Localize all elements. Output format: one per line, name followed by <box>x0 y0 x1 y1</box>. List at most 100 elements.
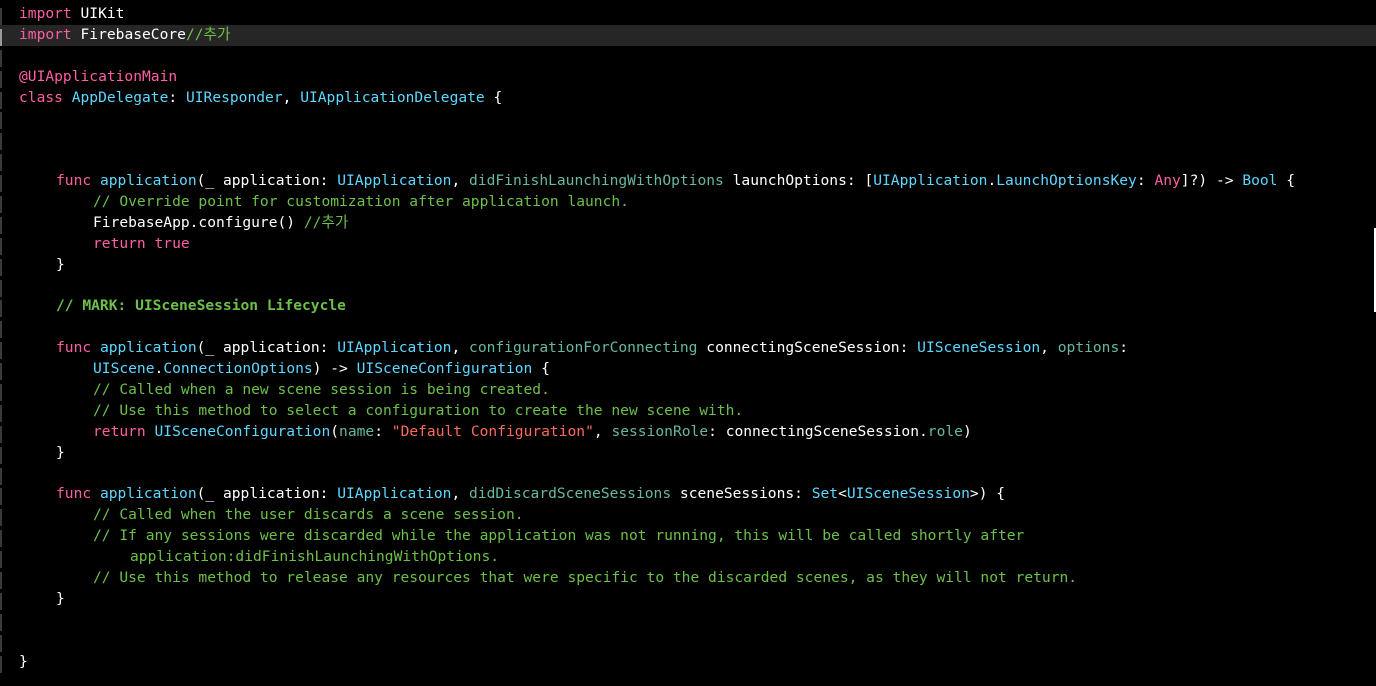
punctuation-token <box>72 26 81 43</box>
code-line[interactable]: FirebaseApp.configure() //추가 <box>0 213 1376 234</box>
gutter-marker[interactable] <box>0 28 2 46</box>
punctuation-token: : <box>319 339 338 357</box>
punctuation-token: : <box>1136 172 1155 190</box>
gutter-marker[interactable] <box>0 467 2 485</box>
punctuation-token: { <box>1277 172 1296 190</box>
gutter-marker[interactable] <box>0 572 2 590</box>
gutter-marker[interactable] <box>0 655 2 673</box>
gutter-marker[interactable] <box>0 592 2 610</box>
code-line[interactable] <box>0 464 1376 485</box>
gutter-marker[interactable] <box>0 237 2 255</box>
punctuation-token: } <box>56 443 65 461</box>
gutter-marker[interactable] <box>0 425 2 443</box>
mark-comment-token: // MARK: UISceneSession Lifecycle <box>56 297 346 315</box>
punctuation-token <box>146 423 155 440</box>
code-line[interactable]: // Override point for customization afte… <box>0 192 1376 214</box>
comment-token: // Use this method to release any resour… <box>93 569 1078 587</box>
punctuation-token <box>146 235 155 252</box>
punctuation-token <box>72 5 81 22</box>
gutter-marker[interactable] <box>0 70 2 88</box>
identifier-token: didFinishLaunchingWithOptions <box>469 172 724 190</box>
plain-token: _ application <box>205 172 320 190</box>
identifier-token: configurationForConnecting <box>469 339 698 357</box>
code-line[interactable] <box>0 610 1376 631</box>
code-line[interactable] <box>0 46 1376 67</box>
code-line[interactable] <box>0 276 1376 297</box>
gutter-marker[interactable] <box>0 551 2 569</box>
gutter-marker[interactable] <box>0 446 2 464</box>
code-line[interactable] <box>0 108 1376 130</box>
gutter-marker[interactable] <box>0 634 2 652</box>
code-line[interactable]: func application(_ application: UIApplic… <box>0 171 1376 193</box>
code-line[interactable]: } <box>0 589 1376 610</box>
punctuation-token <box>724 172 733 189</box>
code-line[interactable]: } <box>0 255 1376 276</box>
code-line[interactable]: } <box>0 652 1376 673</box>
gutter-marker[interactable] <box>0 321 2 339</box>
type-token: Bool <box>1242 172 1278 190</box>
gutter-marker[interactable] <box>0 49 2 67</box>
punctuation-token: . <box>987 172 997 190</box>
gutter-marker[interactable] <box>0 112 2 130</box>
code-line[interactable]: // Use this method to select a configura… <box>0 401 1376 422</box>
punctuation-token: >) { <box>969 485 1006 503</box>
punctuation-token: { <box>484 88 503 106</box>
code-line[interactable] <box>0 150 1376 172</box>
comment-token: // Called when the user discards a scene… <box>93 506 524 524</box>
code-line[interactable]: return true <box>0 234 1376 255</box>
gutter-marker[interactable] <box>0 488 2 506</box>
gutter-marker[interactable] <box>0 133 2 151</box>
code-line[interactable]: UIScene.ConnectionOptions) -> UISceneCon… <box>0 359 1376 381</box>
gutter-marker[interactable] <box>0 196 2 214</box>
code-line[interactable]: import UIKit <box>0 4 1376 25</box>
code-line[interactable]: func application(_ application: UIApplic… <box>0 338 1376 360</box>
gutter-marker[interactable] <box>0 530 2 548</box>
keyword-token: Any <box>1154 172 1181 190</box>
code-line[interactable] <box>0 129 1376 151</box>
plain-token: FirebaseApp.configure() <box>93 213 304 231</box>
gutter-marker[interactable] <box>0 216 2 234</box>
type-token: ConnectionOptions <box>163 360 313 378</box>
gutter-marker[interactable] <box>0 342 2 360</box>
code-line[interactable]: application:didFinishLaunchingWithOption… <box>0 547 1376 569</box>
gutter-marker[interactable] <box>0 384 2 402</box>
code-line[interactable]: // Use this method to release any resour… <box>0 568 1376 590</box>
punctuation-token: , <box>1040 339 1058 357</box>
type-token: UISceneSession <box>846 485 970 503</box>
gutter-marker[interactable] <box>0 258 2 276</box>
punctuation-token: , <box>282 88 301 106</box>
plain-token: _ application <box>205 339 320 357</box>
code-line[interactable]: return UISceneConfiguration(name: "Defau… <box>0 422 1376 443</box>
declaration-token: application <box>99 339 197 357</box>
gutter-marker[interactable] <box>0 175 2 193</box>
code-line[interactable] <box>0 317 1376 339</box>
keyword-token: return <box>93 422 146 440</box>
code-line[interactable]: // Called when the user discards a scene… <box>0 505 1376 527</box>
code-line[interactable]: // If any sessions were discarded while … <box>0 526 1376 548</box>
punctuation-token: . <box>154 360 164 378</box>
plain-token: connectingSceneSession <box>706 339 900 357</box>
gutter-marker[interactable] <box>0 613 2 631</box>
gutter-marker[interactable] <box>0 300 2 318</box>
gutter-marker[interactable] <box>0 509 2 527</box>
gutter-marker[interactable] <box>0 91 2 109</box>
code-line[interactable]: // Called when a new scene session is be… <box>0 380 1376 402</box>
code-editor[interactable]: import UIKit import FirebaseCore//추가 @UIAp… <box>0 4 1376 673</box>
gutter-marker[interactable] <box>0 154 2 172</box>
code-line-current[interactable]: import FirebaseCore//추가 <box>0 24 1376 46</box>
gutter-marker[interactable] <box>0 8 2 25</box>
gutter-marker[interactable] <box>0 363 2 381</box>
code-line[interactable]: } <box>0 443 1376 464</box>
punctuation-token: , <box>451 485 470 503</box>
gutter-marker[interactable] <box>0 279 2 297</box>
punctuation-token: : <box>899 339 918 357</box>
punctuation-token: ) <box>962 422 972 440</box>
code-line[interactable]: func application(_ application: UIApplic… <box>0 484 1376 506</box>
code-line[interactable]: // MARK: UISceneSession Lifecycle <box>0 296 1376 318</box>
type-token: UIResponder <box>185 88 283 106</box>
code-line[interactable]: class AppDelegate: UIResponder, UIApplic… <box>0 88 1376 109</box>
gutter-marker[interactable] <box>0 404 2 422</box>
code-line[interactable] <box>0 631 1376 652</box>
code-line[interactable]: @UIApplicationMain <box>0 67 1376 88</box>
plain-token: launchOptions <box>732 172 847 190</box>
